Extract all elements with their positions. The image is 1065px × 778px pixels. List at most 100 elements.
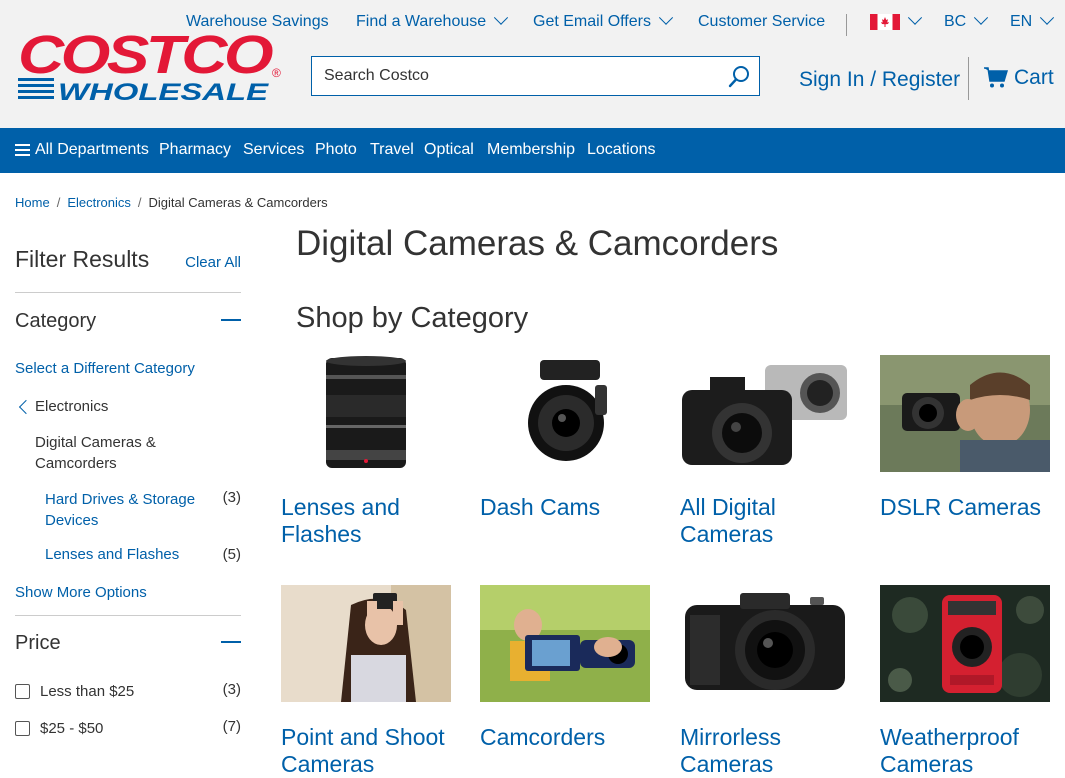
chevron-down-icon (907, 10, 923, 25)
weatherproof-camera-image (880, 585, 1050, 702)
email-offers-link[interactable]: Get Email Offers (533, 10, 674, 31)
camcorder-photo-image (480, 585, 650, 702)
show-more-options-link[interactable]: Show More Options (15, 584, 147, 601)
tile-label: DSLR Cameras (880, 494, 1042, 520)
search-box (311, 56, 760, 96)
breadcrumb-electronics[interactable]: Electronics (67, 195, 131, 210)
price-option-count: (7) (222, 718, 241, 735)
digital-cameras-image (680, 355, 850, 472)
costco-logo[interactable]: COSTCO WHOLESALE ® (16, 26, 286, 104)
email-offers-label: Get Email Offers (533, 13, 651, 30)
breadcrumb-separator: / (56, 195, 61, 210)
site-header: COSTCO WHOLESALE ® Warehouse Savings Fin… (0, 0, 1065, 128)
nav-services[interactable]: Services (243, 141, 304, 159)
price-option-label[interactable]: Less than $25 (40, 681, 134, 702)
breadcrumb-current: Digital Cameras & Camcorders (148, 195, 328, 210)
current-category: Digital Cameras & Camcorders (35, 434, 156, 472)
category-tile-dslr[interactable]: DSLR Cameras (880, 355, 1050, 521)
search-input[interactable] (312, 57, 712, 95)
mirrorless-camera-image (680, 585, 850, 702)
shop-by-category-heading: Shop by Category (296, 302, 529, 334)
all-departments-menu[interactable]: All Departments (15, 141, 149, 159)
search-icon[interactable] (727, 65, 751, 89)
find-warehouse-label: Find a Warehouse (356, 13, 487, 30)
chevron-left-icon (18, 399, 34, 415)
nav-optical[interactable]: Optical (424, 141, 474, 159)
find-warehouse-link[interactable]: Find a Warehouse (356, 10, 509, 31)
price-checkbox-25-50[interactable] (15, 721, 30, 736)
category-tile-weatherproof[interactable]: Weatherproof Cameras (880, 585, 1050, 778)
tile-label: Dash Cams (480, 494, 601, 520)
category-tile-camcorders[interactable]: Camcorders (480, 585, 650, 751)
category-tile-all-digital-cameras[interactable]: All Digital Cameras (680, 355, 850, 548)
warehouse-savings-link[interactable]: Warehouse Savings (186, 13, 329, 31)
nav-photo[interactable]: Photo (315, 141, 357, 159)
category-tile-mirrorless[interactable]: Mirrorless Cameras (680, 585, 850, 778)
lens-image (281, 355, 451, 472)
region-label: BC (944, 13, 967, 30)
cart-button[interactable]: Cart (984, 66, 1054, 90)
top-utility-nav: Warehouse Savings Find a Warehouse Get E… (0, 10, 1065, 36)
sign-in-register-link[interactable]: Sign In / Register (799, 68, 960, 92)
divider (846, 14, 847, 36)
dslr-photo-image (880, 355, 1050, 472)
point-and-shoot-photo-image (281, 585, 451, 702)
language-selector[interactable]: EN (1010, 10, 1055, 31)
tile-label: Mirrorless Cameras (680, 724, 781, 777)
nav-travel[interactable]: Travel (370, 141, 414, 159)
chevron-down-icon (1040, 10, 1055, 25)
svg-text:®: ® (272, 66, 281, 80)
collapse-icon[interactable] (221, 319, 241, 321)
chevron-down-icon (658, 10, 674, 25)
category-tile-dash-cams[interactable]: Dash Cams (480, 355, 650, 521)
customer-service-label: Customer Service (698, 13, 826, 30)
nav-locations[interactable]: Locations (587, 141, 656, 159)
collapse-icon[interactable] (221, 641, 241, 643)
dash-cam-image (480, 355, 650, 472)
all-departments-label: All Departments (35, 141, 149, 159)
svg-text:WHOLESALE: WHOLESALE (58, 79, 269, 104)
page-title: Digital Cameras & Camcorders (296, 224, 779, 263)
breadcrumb-home[interactable]: Home (15, 195, 50, 210)
main-navigation: All Departments Pharmacy Services Photo … (0, 128, 1065, 173)
tile-label: Weatherproof Cameras (880, 724, 1019, 777)
chevron-down-icon (974, 10, 989, 25)
category-tile-lenses[interactable]: Lenses and Flashes (281, 355, 451, 548)
tile-label: All Digital Cameras (680, 494, 776, 547)
hamburger-menu-icon (15, 141, 30, 159)
select-different-category-link[interactable]: Select a Different Category (15, 360, 195, 377)
language-label: EN (1010, 13, 1033, 30)
parent-category-electronics[interactable]: Electronics (35, 396, 108, 417)
subcategory-hard-drives[interactable]: Hard Drives & Storage Devices (45, 489, 220, 531)
subcategory-count: (5) (222, 546, 241, 563)
chevron-down-icon (494, 10, 509, 25)
price-heading[interactable]: Price (15, 632, 61, 655)
breadcrumb-separator: / (137, 195, 142, 210)
cart-label: Cart (1014, 66, 1054, 89)
divider (15, 615, 241, 616)
svg-text:COSTCO: COSTCO (18, 26, 274, 85)
tile-label: Camcorders (480, 724, 606, 750)
tile-label: Point and Shoot Cameras (281, 724, 445, 777)
customer-service-link[interactable]: Customer Service (698, 13, 825, 31)
canada-flag-icon (870, 14, 900, 30)
divider (968, 57, 969, 100)
nav-membership[interactable]: Membership (487, 141, 575, 159)
price-option-count: (3) (222, 681, 241, 698)
tile-label: Lenses and Flashes (281, 494, 400, 547)
country-selector[interactable] (870, 10, 923, 30)
nav-pharmacy[interactable]: Pharmacy (159, 141, 231, 159)
category-heading[interactable]: Category (15, 310, 96, 333)
clear-all-link[interactable]: Clear All (185, 254, 241, 271)
price-option-label[interactable]: $25 - $50 (40, 718, 103, 739)
warehouse-savings-label: Warehouse Savings (186, 13, 329, 30)
region-selector[interactable]: BC (944, 10, 989, 31)
subcategory-lenses[interactable]: Lenses and Flashes (45, 546, 179, 563)
breadcrumb: Home / Electronics / Digital Cameras & C… (15, 195, 328, 210)
divider (15, 292, 241, 293)
price-checkbox-under-25[interactable] (15, 684, 30, 699)
category-tile-point-and-shoot[interactable]: Point and Shoot Cameras (281, 585, 451, 778)
subcategory-count: (3) (222, 489, 241, 506)
cart-icon (984, 67, 1008, 88)
filter-results-heading: Filter Results (15, 246, 150, 272)
